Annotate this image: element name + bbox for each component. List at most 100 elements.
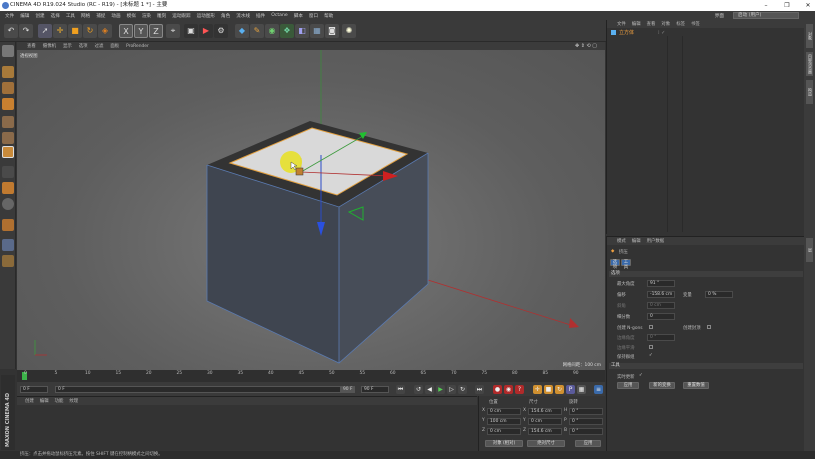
viewport[interactable]: 透视视图 网格间距：100 cm: [17, 50, 605, 370]
create-ngons-checkbox[interactable]: [649, 325, 653, 329]
polygons-mode-button[interactable]: [2, 146, 14, 158]
menu-item-9[interactable]: 渲染: [142, 13, 151, 19]
next-key-button[interactable]: ↻: [458, 385, 467, 394]
snap-button[interactable]: [2, 198, 14, 210]
coord-size-field[interactable]: 154.6 cm: [528, 408, 562, 415]
coord-rotation-field[interactable]: 0 °: [569, 408, 603, 415]
tab-content-browser[interactable]: 内容浏览器: [806, 52, 813, 76]
prev-frame-button[interactable]: ◀: [425, 385, 434, 394]
coord-size-field[interactable]: 0 cm: [528, 418, 562, 425]
frame-range-slider[interactable]: 0 F: [55, 386, 355, 393]
tab-structure[interactable]: 构造: [806, 80, 813, 104]
attribute-menu-item-2[interactable]: 用户数据: [647, 238, 665, 244]
make-editable-button[interactable]: [2, 45, 14, 57]
axis-mode-button[interactable]: [2, 166, 14, 178]
offset-field[interactable]: -158.6 cm: [647, 291, 675, 298]
light-button[interactable]: ✺: [342, 24, 356, 38]
key-param-button[interactable]: P: [566, 385, 575, 394]
x-axis-button[interactable]: X: [119, 24, 133, 38]
material-menu-item-1[interactable]: 编辑: [40, 398, 49, 404]
tab-layers[interactable]: 层: [806, 238, 813, 262]
object-menu-item-1[interactable]: 编辑: [632, 21, 641, 27]
menu-item-0[interactable]: 文件: [5, 13, 14, 19]
new-transform-button[interactable]: 新的变换: [649, 382, 675, 389]
key-scale-button[interactable]: ■: [544, 385, 553, 394]
coord-rotation-field[interactable]: 0 °: [569, 428, 603, 435]
workplane-button[interactable]: [2, 98, 14, 110]
menu-item-11[interactable]: 运动跟踪: [172, 13, 190, 19]
current-frame-field[interactable]: 0 F: [20, 386, 48, 393]
tab-tool[interactable]: 工具: [621, 259, 631, 270]
menu-item-1[interactable]: 编辑: [20, 13, 29, 19]
menu-item-10[interactable]: 雕刻: [157, 13, 166, 19]
viewport-menu-item-6[interactable]: ProRender: [126, 44, 149, 49]
viewport-menu-item-3[interactable]: 选项: [79, 43, 88, 49]
key-rotation-button[interactable]: ↻: [555, 385, 564, 394]
scale-tool-button[interactable]: ■: [68, 24, 82, 38]
viewport-menu-item-4[interactable]: 过滤: [95, 43, 104, 49]
range-end-field[interactable]: 90 F: [340, 386, 355, 393]
menu-item-3[interactable]: 选择: [51, 13, 60, 19]
workplane-lock-button[interactable]: [2, 239, 14, 251]
rotate-tool-button[interactable]: ↻: [83, 24, 97, 38]
material-menu-item-2[interactable]: 功能: [55, 398, 64, 404]
attribute-menu-item-0[interactable]: 模式: [617, 238, 626, 244]
coord-position-field[interactable]: 0 cm: [487, 408, 521, 415]
tab-options[interactable]: 选项: [610, 259, 620, 270]
material-menu-item-0[interactable]: 创建: [25, 398, 34, 404]
timeline-menu-button[interactable]: ≡: [594, 385, 603, 394]
viewport-menu-item-0[interactable]: 查看: [27, 43, 36, 49]
close-button[interactable]: ✕: [797, 0, 815, 11]
object-menu-item-4[interactable]: 标签: [676, 21, 685, 27]
viewport-menu-item-2[interactable]: 显示: [63, 43, 72, 49]
viewport-menu-item-5[interactable]: 面板: [110, 43, 119, 49]
autokey-button[interactable]: ◉: [504, 385, 513, 394]
cube-primitive-button[interactable]: ◆: [235, 24, 249, 38]
record-button[interactable]: ●: [493, 385, 502, 394]
redo-button[interactable]: ↷: [19, 24, 33, 38]
coord-apply-button[interactable]: 应用: [575, 440, 601, 447]
max-angle-field[interactable]: 91 °: [647, 280, 675, 287]
material-menu-item-3[interactable]: 纹理: [69, 398, 78, 404]
render-settings-button[interactable]: ⚙: [214, 24, 228, 38]
viewport-menu-item-1[interactable]: 摄像机: [43, 43, 56, 49]
layout-select[interactable]: 启动 (用户): [733, 12, 799, 19]
goto-start-button[interactable]: ⏮: [396, 385, 405, 394]
menu-item-13[interactable]: 角色: [221, 13, 230, 19]
play-button[interactable]: ▶: [436, 385, 445, 394]
move-tool-button[interactable]: ✛: [53, 24, 67, 38]
menu-item-8[interactable]: 模拟: [127, 13, 136, 19]
maximize-button[interactable]: ❐: [776, 0, 798, 11]
y-axis-button[interactable]: Y: [134, 24, 148, 38]
select-tool-button[interactable]: ➚: [38, 24, 52, 38]
menu-item-17[interactable]: 脚本: [294, 13, 303, 19]
coord-position-field[interactable]: 100 cm: [487, 418, 521, 425]
bevel-field[interactable]: 0 cm: [647, 302, 675, 309]
subdivision-button[interactable]: ◉: [265, 24, 279, 38]
viewport-nav-icons[interactable]: ✥ ⇕ ⟲ ▢: [575, 43, 597, 49]
create-caps-checkbox[interactable]: [707, 325, 711, 329]
array-button[interactable]: ❖: [280, 24, 294, 38]
prev-key-button[interactable]: ↺: [414, 385, 423, 394]
realtime-update-checkbox[interactable]: ✓: [639, 373, 643, 378]
undo-button[interactable]: ↶: [4, 24, 18, 38]
edge-smooth-checkbox[interactable]: [649, 345, 653, 349]
z-axis-button[interactable]: Z: [149, 24, 163, 38]
camera-button[interactable]: ◙: [325, 24, 339, 38]
menu-item-15[interactable]: 插件: [256, 13, 265, 19]
object-menu-item-3[interactable]: 对象: [661, 21, 670, 27]
coord-rotation-field[interactable]: 0 °: [569, 418, 603, 425]
coord-position-field[interactable]: 0 cm: [487, 428, 521, 435]
subdiv-field[interactable]: 0: [647, 313, 675, 320]
variance-field[interactable]: 0 %: [705, 291, 733, 298]
coord-size-field[interactable]: 154.6 cm: [528, 428, 562, 435]
quantize-button[interactable]: [2, 219, 14, 231]
texture-mode-button[interactable]: [2, 82, 14, 94]
menu-item-7[interactable]: 动画: [111, 13, 120, 19]
minimize-button[interactable]: –: [755, 0, 777, 11]
object-row[interactable]: 立方体 ⁞ ✓: [611, 29, 801, 36]
menu-item-19[interactable]: 帮助: [324, 13, 333, 19]
timeline-ruler[interactable]: 0 5 10 15 20 25 30 35 40 45 50 55 60 65 70 75 80 85 90: [17, 370, 605, 382]
reset-values-button[interactable]: 重置数值: [683, 382, 709, 389]
render-view-button[interactable]: ▶: [199, 24, 213, 38]
